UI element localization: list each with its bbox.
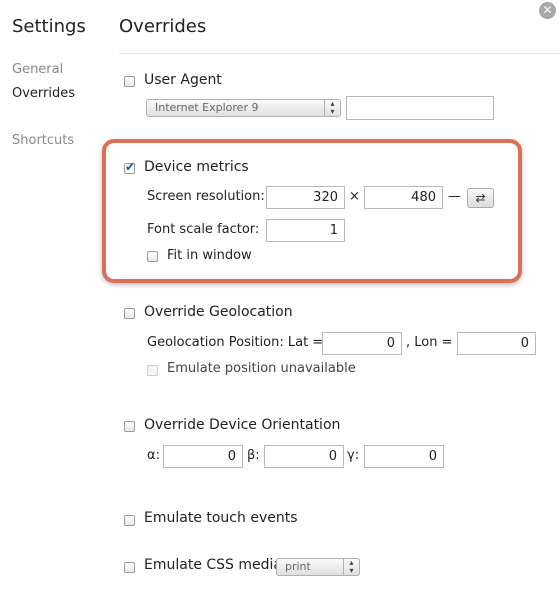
user-agent-custom-input[interactable]: [346, 96, 494, 120]
device-metrics-label: Device metrics: [144, 159, 249, 175]
select-arrows-icon: ▴ ▾: [324, 100, 340, 116]
font-scale-input[interactable]: 1: [266, 219, 345, 242]
user-agent-select[interactable]: Internet Explorer 9 ▴ ▾: [146, 99, 341, 117]
screen-resolution-label: Screen resolution:: [147, 189, 265, 204]
font-scale-label: Font scale factor:: [147, 222, 260, 237]
swap-dimensions-button[interactable]: ⇄: [467, 188, 494, 208]
override-orientation-label: Override Device Orientation: [144, 417, 341, 433]
emulate-css-media-label: Emulate CSS media: [144, 557, 282, 573]
beta-label: β:: [247, 448, 260, 463]
fit-in-window-label: Fit in window: [167, 248, 252, 263]
alpha-input[interactable]: 0: [163, 445, 243, 468]
swap-icon: ⇄: [475, 191, 486, 205]
screen-width-input[interactable]: 320: [266, 186, 345, 209]
longitude-label: , Lon =: [406, 335, 453, 350]
times-symbol: ×: [349, 189, 360, 204]
page-title: Overrides: [119, 16, 207, 37]
css-media-select-value: print: [285, 560, 311, 573]
longitude-input[interactable]: 0: [457, 332, 536, 355]
user-agent-label: User Agent: [144, 72, 222, 88]
screen-height-input[interactable]: 480: [364, 186, 443, 209]
emulate-touch-label: Emulate touch events: [144, 510, 298, 526]
device-metrics-checkbox[interactable]: [124, 160, 135, 174]
position-unavailable-checkbox[interactable]: [147, 365, 158, 376]
position-unavailable-label: Emulate position unavailable: [167, 361, 356, 376]
override-geolocation-checkbox[interactable]: [124, 308, 135, 319]
select-arrows-icon: ▴ ▾: [343, 559, 359, 575]
sidebar-item-overrides[interactable]: Overrides: [12, 86, 75, 101]
css-media-select[interactable]: print ▴ ▾: [276, 558, 360, 576]
geolocation-position-label: Geolocation Position: Lat =: [147, 335, 324, 350]
alpha-label: α:: [147, 448, 160, 463]
gamma-label: γ:: [347, 448, 360, 463]
dash-separator: —: [448, 189, 461, 204]
fit-in-window-checkbox[interactable]: [147, 251, 158, 262]
emulate-css-media-checkbox[interactable]: [124, 562, 135, 573]
user-agent-select-value: Internet Explorer 9: [155, 101, 259, 114]
sidebar-title: Settings: [12, 16, 86, 37]
sidebar-item-general[interactable]: General: [12, 62, 63, 77]
close-icon[interactable]: ✕: [539, 2, 556, 19]
sidebar-item-shortcuts[interactable]: Shortcuts: [12, 133, 74, 148]
emulate-touch-checkbox[interactable]: [124, 515, 135, 526]
latitude-input[interactable]: 0: [322, 332, 402, 355]
override-orientation-checkbox[interactable]: [124, 421, 135, 432]
override-geolocation-label: Override Geolocation: [144, 304, 293, 320]
user-agent-checkbox[interactable]: [124, 76, 135, 87]
beta-input[interactable]: 0: [264, 445, 344, 468]
header-divider: [119, 53, 560, 54]
gamma-input[interactable]: 0: [364, 445, 444, 468]
